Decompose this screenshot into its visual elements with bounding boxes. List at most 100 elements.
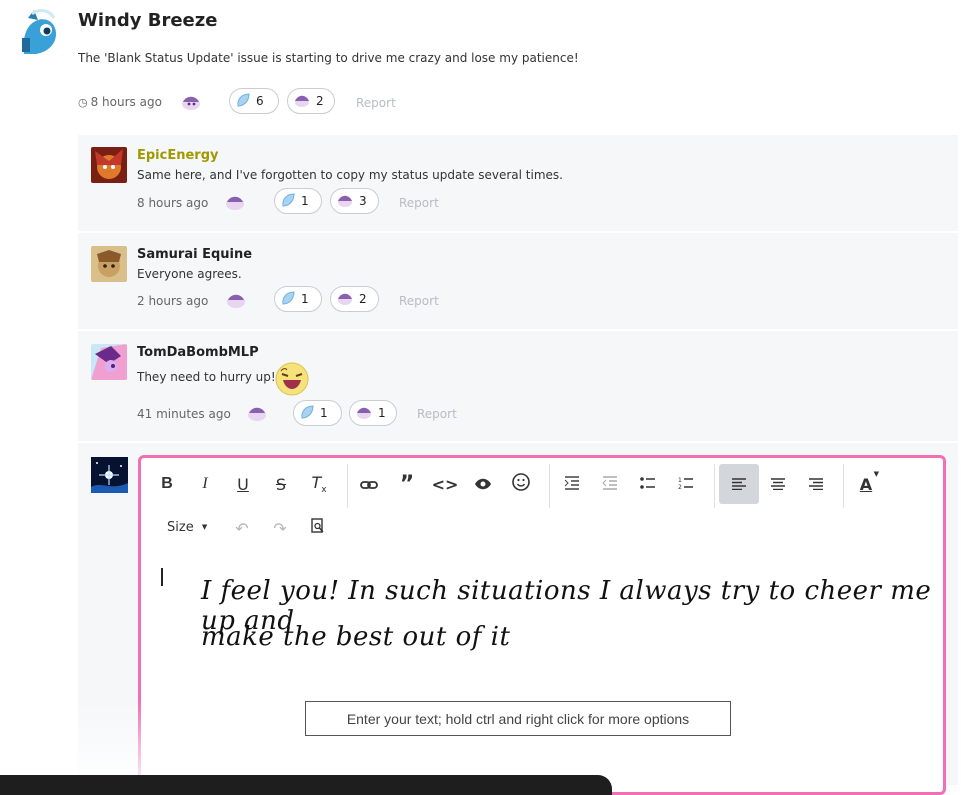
post-body: The 'Blank Status Update' issue is start… bbox=[78, 51, 579, 65]
comment-item: Samurai Equine Everyone agrees. 2 hours … bbox=[78, 233, 958, 331]
reactor-pony-icon[interactable] bbox=[180, 93, 202, 111]
like-button[interactable]: 6 bbox=[229, 88, 279, 114]
align-left-icon bbox=[731, 475, 747, 494]
comment-time[interactable]: 2 hours ago bbox=[137, 294, 208, 308]
reactor-pony-icon[interactable] bbox=[225, 291, 247, 309]
text-color-icon: A bbox=[859, 474, 873, 494]
align-right-button[interactable] bbox=[799, 464, 833, 504]
leaf-icon bbox=[300, 404, 314, 422]
spoiler-eye-icon bbox=[474, 475, 492, 494]
reactor-pony-icon[interactable] bbox=[246, 404, 268, 422]
pony-icon bbox=[337, 193, 353, 210]
numbered-list-icon: 12 bbox=[678, 475, 694, 494]
avatar[interactable] bbox=[91, 457, 128, 493]
bullet-list-icon bbox=[640, 475, 656, 494]
chevron-down-icon: ▼ bbox=[201, 523, 208, 531]
like-button[interactable]: 1 bbox=[274, 286, 322, 312]
svg-text:1: 1 bbox=[678, 477, 682, 484]
redo-icon: ↷ bbox=[273, 518, 287, 538]
spoiler-button[interactable] bbox=[466, 464, 500, 504]
comment-item: TomDaBombMLP They need to hurry up!!! 41… bbox=[78, 331, 958, 443]
emoji-icon bbox=[512, 473, 530, 495]
comment-author[interactable]: EpicEnergy bbox=[137, 148, 219, 163]
comment-item: EpicEnergy Same here, and I've forgotten… bbox=[78, 135, 958, 233]
clear-format-button[interactable]: Tx bbox=[302, 464, 336, 504]
strikethrough-button[interactable]: S bbox=[264, 464, 298, 504]
text-caret bbox=[161, 568, 163, 586]
like-button[interactable]: 1 bbox=[274, 188, 322, 214]
like-count: 1 bbox=[301, 194, 309, 208]
hug-button[interactable]: 2 bbox=[287, 88, 335, 114]
hug-button[interactable]: 2 bbox=[330, 286, 379, 312]
quote-icon: ” bbox=[399, 471, 415, 497]
like-count: 6 bbox=[256, 94, 264, 108]
align-left-button[interactable] bbox=[719, 464, 759, 504]
comment-body: They need to hurry up!!! bbox=[137, 370, 286, 384]
pony-icon bbox=[337, 291, 353, 308]
emoji-button[interactable] bbox=[504, 464, 538, 504]
taskbar bbox=[0, 775, 612, 795]
font-size-dropdown[interactable]: Size ▼ bbox=[167, 520, 207, 535]
report-link[interactable]: Report bbox=[417, 407, 457, 421]
text-color-button[interactable]: A ▼ bbox=[849, 464, 883, 504]
size-label: Size bbox=[167, 520, 194, 535]
comment-author[interactable]: Samurai Equine bbox=[137, 247, 252, 262]
indent-icon bbox=[564, 475, 580, 494]
hug-count: 1 bbox=[378, 406, 386, 420]
post-time[interactable]: 8 hours ago bbox=[91, 95, 162, 109]
editor-tooltip: Enter your text; hold ctrl and right cli… bbox=[305, 701, 731, 736]
outdent-button[interactable] bbox=[593, 464, 627, 504]
report-link[interactable]: Report bbox=[399, 196, 439, 210]
bold-icon: B bbox=[161, 475, 173, 492]
like-button[interactable]: 1 bbox=[293, 400, 342, 426]
redo-button[interactable]: ↷ bbox=[263, 508, 297, 548]
avatar[interactable] bbox=[91, 344, 127, 380]
preview-button[interactable] bbox=[301, 508, 335, 548]
underline-icon: U bbox=[237, 474, 249, 494]
preview-icon bbox=[311, 518, 325, 538]
comment-body: Same here, and I've forgotten to copy my… bbox=[137, 168, 563, 182]
screen-fade bbox=[0, 700, 300, 785]
leaf-icon bbox=[236, 92, 250, 110]
pony-icon bbox=[294, 93, 310, 110]
link-icon bbox=[360, 475, 378, 494]
indent-button[interactable] bbox=[555, 464, 589, 504]
avatar[interactable] bbox=[18, 8, 60, 56]
report-link[interactable]: Report bbox=[399, 294, 439, 308]
avatar[interactable] bbox=[91, 147, 127, 183]
underline-button[interactable]: U bbox=[226, 464, 260, 504]
bullet-list-button[interactable] bbox=[631, 464, 665, 504]
bold-button[interactable]: B bbox=[150, 464, 184, 504]
hug-count: 2 bbox=[316, 94, 324, 108]
chevron-down-icon: ▼ bbox=[873, 470, 879, 478]
align-center-button[interactable] bbox=[761, 464, 795, 504]
undo-icon: ↶ bbox=[235, 518, 249, 538]
post-meta: ◷ 8 hours ago bbox=[78, 95, 162, 109]
clear-format-icon: Tx bbox=[311, 472, 327, 496]
like-count: 1 bbox=[320, 406, 328, 420]
pony-icon bbox=[356, 405, 372, 422]
hug-button[interactable]: 3 bbox=[330, 188, 379, 214]
comment-time[interactable]: 41 minutes ago bbox=[137, 407, 231, 421]
leaf-icon bbox=[281, 290, 295, 308]
post-author[interactable]: Windy Breeze bbox=[78, 10, 217, 31]
align-right-icon bbox=[808, 475, 824, 494]
comment-author[interactable]: TomDaBombMLP bbox=[137, 345, 259, 360]
report-link[interactable]: Report bbox=[356, 96, 396, 110]
code-button[interactable]: <> bbox=[428, 464, 462, 504]
comment-body: Everyone agrees. bbox=[137, 267, 242, 281]
avatar[interactable] bbox=[91, 246, 127, 282]
numbered-list-button[interactable]: 12 bbox=[669, 464, 703, 504]
italic-icon: I bbox=[202, 475, 208, 492]
comment-time[interactable]: 8 hours ago bbox=[137, 196, 208, 210]
italic-button[interactable]: I bbox=[188, 464, 222, 504]
undo-button[interactable]: ↶ bbox=[225, 508, 259, 548]
hug-button[interactable]: 1 bbox=[349, 400, 397, 426]
reactor-pony-icon[interactable] bbox=[224, 193, 246, 211]
hug-count: 2 bbox=[359, 292, 367, 306]
clock-icon: ◷ bbox=[78, 95, 88, 109]
code-icon: <> bbox=[431, 474, 459, 494]
quote-button[interactable]: ” bbox=[390, 464, 424, 504]
strikethrough-icon: S bbox=[275, 474, 287, 494]
link-button[interactable] bbox=[352, 464, 386, 504]
